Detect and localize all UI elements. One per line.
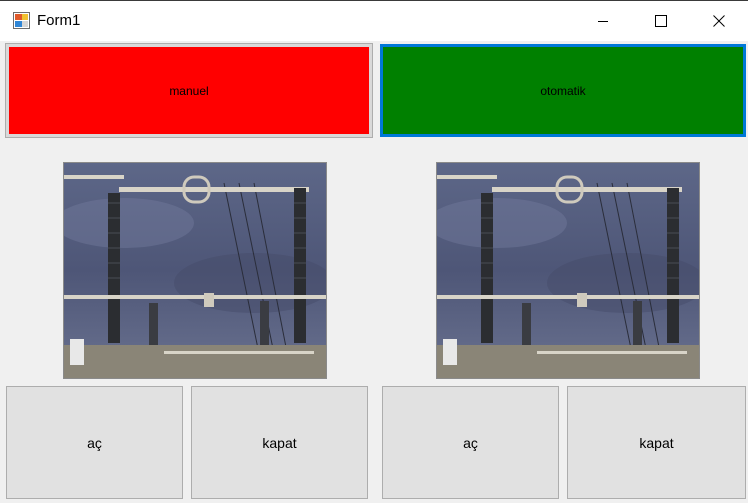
close-icon [713,15,725,27]
open-button-label: aç [463,434,478,451]
form-icon[interactable] [13,12,30,29]
maximize-button[interactable] [632,1,690,41]
close-button-label: kapat [639,434,674,451]
close-button-left[interactable]: kapat [191,386,368,499]
minimize-button[interactable] [574,1,632,41]
substation-picture-left [63,162,327,379]
maximize-icon [655,15,667,27]
title-bar: Form1 [0,0,748,41]
auto-mode-button[interactable]: otomatik [380,44,746,137]
open-button-right[interactable]: aç [382,386,559,499]
manual-mode-button[interactable]: manuel [5,43,373,138]
open-button-label: aç [87,434,102,451]
close-button-label: kapat [262,434,297,451]
close-button[interactable] [690,1,748,41]
auto-mode-label: otomatik [540,83,586,98]
manual-mode-label: manuel [169,83,209,98]
window-title: Form1 [37,12,81,29]
close-button-right[interactable]: kapat [567,386,746,499]
minimize-icon [598,21,608,22]
substation-picture-right [436,162,700,379]
open-button-left[interactable]: aç [6,386,183,499]
